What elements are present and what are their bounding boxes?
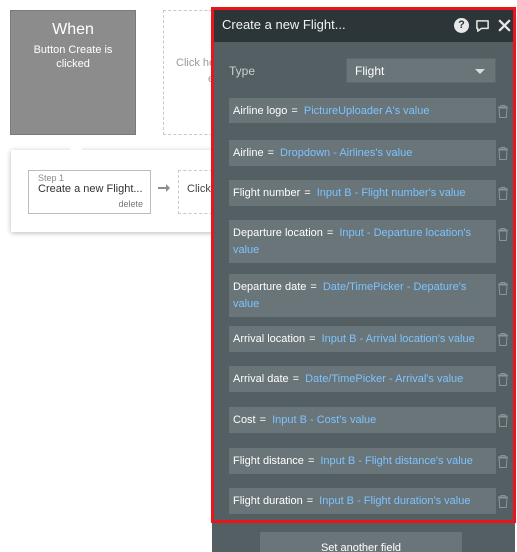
field-equals: = bbox=[310, 281, 317, 293]
field-equals: = bbox=[326, 227, 334, 239]
trash-icon[interactable] bbox=[498, 282, 508, 295]
field-row-departure-location[interactable]: Departure location = Input - Departure loc… bbox=[229, 220, 496, 263]
field-equals: = bbox=[259, 414, 267, 426]
field-value[interactable]: Dropdown - Airlines's value bbox=[280, 147, 412, 159]
type-row: Type Flight bbox=[212, 58, 515, 84]
field-value[interactable]: Input B - Flight distance's value bbox=[320, 455, 473, 467]
field-name: Departure location bbox=[233, 227, 323, 239]
steps-panel: Step 1 Create a new Flight... delete Cli… bbox=[11, 143, 218, 232]
close-icon[interactable] bbox=[497, 18, 512, 33]
add-step-text: Click bbox=[187, 183, 211, 195]
type-label: Type bbox=[229, 64, 256, 78]
field-row-departure-date[interactable]: Departure date = Date/TimePicker - Depatur… bbox=[229, 274, 496, 317]
field-row-cost[interactable]: Cost = Input B - Cost's value bbox=[229, 407, 496, 433]
field-equals: = bbox=[307, 455, 315, 467]
trash-icon[interactable] bbox=[498, 105, 508, 118]
trash-icon[interactable] bbox=[498, 414, 508, 427]
field-name: Cost bbox=[233, 414, 256, 426]
field-row-flight-number[interactable]: Flight number = Input B - Flight number's … bbox=[229, 180, 496, 206]
field-value[interactable]: PictureUploader A's value bbox=[304, 105, 430, 117]
trash-icon[interactable] bbox=[498, 228, 508, 241]
field-equals: = bbox=[291, 105, 298, 117]
step-title: Create a new Flight... bbox=[38, 183, 143, 195]
arrow-right-icon bbox=[158, 184, 170, 192]
field-row-arrival-location[interactable]: Arrival location = Input B - Arrival locat… bbox=[229, 326, 496, 352]
field-equals: = bbox=[267, 147, 275, 159]
trash-icon[interactable] bbox=[498, 187, 508, 200]
field-value[interactable]: Input B - Flight duration's value bbox=[319, 495, 470, 507]
delete-step-link[interactable]: delete bbox=[118, 199, 143, 209]
trash-icon[interactable] bbox=[498, 373, 508, 386]
event-card[interactable]: When Button Create is clicked bbox=[10, 10, 136, 135]
add-event-text: Click he bbox=[176, 57, 216, 69]
field-equals: = bbox=[309, 333, 316, 345]
field-row-airline-logo[interactable]: Airline logo = PictureUploader A's value bbox=[229, 98, 496, 123]
field-value[interactable]: Input B - Cost's value bbox=[272, 414, 376, 426]
editor-title: Create a new Flight... bbox=[222, 17, 346, 32]
field-row-arrival-date[interactable]: Arrival date = Date/TimePicker - Arrival's… bbox=[229, 366, 496, 392]
field-row-flight-distance[interactable]: Flight distance = Input B - Flight distanc… bbox=[229, 448, 496, 474]
comment-icon[interactable] bbox=[475, 18, 490, 33]
field-equals: = bbox=[292, 373, 300, 385]
trash-icon[interactable] bbox=[498, 147, 508, 160]
field-equals: = bbox=[304, 187, 311, 199]
field-name: Arrival date bbox=[233, 373, 289, 385]
field-row-airline[interactable]: Airline = Dropdown - Airlines's value bbox=[229, 140, 496, 166]
field-value[interactable]: Input B - Flight number's value bbox=[317, 187, 466, 199]
chevron-down-icon bbox=[475, 69, 485, 74]
field-name: Flight number bbox=[233, 187, 301, 199]
help-icon[interactable]: ? bbox=[454, 18, 469, 33]
trash-icon[interactable] bbox=[498, 333, 508, 346]
field-name: Flight duration bbox=[233, 495, 303, 507]
type-select-value: Flight bbox=[355, 64, 385, 78]
field-name: Departure date bbox=[233, 281, 307, 293]
step-card[interactable]: Step 1 Create a new Flight... delete bbox=[28, 170, 151, 214]
field-name: Flight distance bbox=[233, 455, 304, 467]
event-title: When bbox=[52, 21, 94, 38]
field-row-flight-duration[interactable]: Flight duration = Input B - Flight duratio… bbox=[229, 488, 496, 514]
field-name: Airline logo bbox=[233, 105, 288, 117]
step-number: Step 1 bbox=[38, 173, 65, 183]
trash-icon[interactable] bbox=[498, 495, 508, 508]
field-name: Arrival location bbox=[233, 333, 306, 345]
event-description: Button Create is clicked bbox=[33, 44, 113, 70]
set-another-field-button[interactable]: Set another field bbox=[260, 532, 462, 552]
property-editor: Create a new Flight... ? Type Flight Air… bbox=[212, 10, 515, 552]
field-equals: = bbox=[306, 495, 314, 507]
trash-icon[interactable] bbox=[498, 455, 508, 468]
field-value[interactable]: Input B - Arrival location's value bbox=[322, 333, 475, 345]
field-value[interactable]: Date/TimePicker - Arrival's value bbox=[305, 373, 463, 385]
type-select[interactable]: Flight bbox=[346, 58, 496, 83]
field-name: Airline bbox=[233, 147, 264, 159]
editor-header: Create a new Flight... ? bbox=[212, 10, 515, 42]
